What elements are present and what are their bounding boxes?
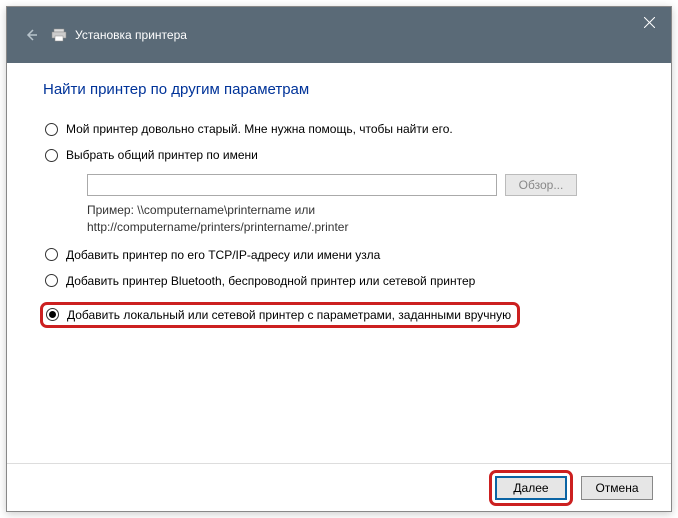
share-name-input[interactable] (87, 174, 497, 196)
titlebar: Установка принтера (7, 7, 671, 63)
option-old-printer[interactable]: Мой принтер довольно старый. Мне нужна п… (43, 122, 635, 136)
printer-icon (51, 27, 67, 43)
example-text: Пример: \\computername\printername или h… (87, 202, 635, 236)
wizard-content: Найти принтер по другим параметрам Мой п… (7, 63, 671, 463)
close-button[interactable] (627, 7, 671, 37)
example-line: http://computername/printers/printername… (87, 219, 635, 236)
page-heading: Найти принтер по другим параметрам (43, 81, 635, 98)
wizard-window: Установка принтера Найти принтер по друг… (6, 6, 672, 512)
radio-icon (45, 248, 58, 261)
option-bluetooth[interactable]: Добавить принтер Bluetooth, беспроводной… (43, 274, 635, 288)
back-button[interactable] (19, 23, 43, 47)
option-label: Мой принтер довольно старый. Мне нужна п… (66, 122, 453, 136)
radio-icon (45, 123, 58, 136)
cancel-button[interactable]: Отмена (581, 476, 653, 500)
next-button[interactable]: Далее (495, 476, 567, 500)
browse-button: Обзор... (505, 174, 577, 196)
close-icon (644, 17, 655, 28)
option-label: Добавить принтер по его TCP/IP-адресу ил… (66, 248, 380, 262)
radio-icon (45, 274, 58, 287)
shared-details: Обзор... Пример: \\computername\printern… (87, 174, 635, 236)
next-highlight: Далее (489, 470, 573, 506)
option-label: Добавить принтер Bluetooth, беспроводной… (66, 274, 475, 288)
option-label: Выбрать общий принтер по имени (66, 148, 258, 162)
window-title: Установка принтера (75, 28, 187, 42)
example-line: Пример: \\computername\printername или (87, 202, 635, 219)
radio-icon (46, 308, 59, 321)
option-shared-by-name[interactable]: Выбрать общий принтер по имени (43, 148, 635, 162)
radio-icon (45, 149, 58, 162)
option-label: Добавить локальный или сетевой принтер с… (67, 308, 511, 322)
wizard-footer: Далее Отмена (7, 463, 671, 511)
option-manual[interactable]: Добавить локальный или сетевой принтер с… (40, 302, 520, 328)
option-tcpip[interactable]: Добавить принтер по его TCP/IP-адресу ил… (43, 248, 635, 262)
arrow-left-icon (23, 27, 39, 43)
